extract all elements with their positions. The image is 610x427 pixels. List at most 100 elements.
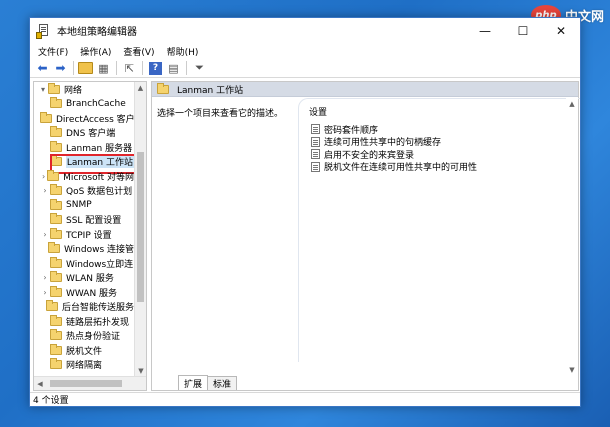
scroll-thumb[interactable] (137, 152, 144, 302)
tree-horizontal-scrollbar[interactable]: ◀ (34, 376, 146, 390)
menu-action[interactable]: 操作(A) (74, 45, 117, 58)
folder-icon (50, 256, 62, 268)
forward-arrow-icon[interactable]: ➡ (52, 60, 69, 76)
folder-icon (50, 285, 62, 297)
tree-item-label: 热点身份验证 (66, 332, 121, 343)
setting-row[interactable]: 脱机文件在连续可用性共享中的可用性 (311, 161, 478, 174)
setting-label: 密码套件顺序 (324, 125, 379, 136)
folder-icon (49, 155, 62, 167)
tab-standard[interactable]: 标准 (207, 376, 238, 390)
expand-chevron-icon[interactable]: › (40, 288, 50, 297)
folder-icon (157, 82, 169, 94)
tree-item[interactable]: 网络隔离 (34, 358, 134, 373)
expand-chevron-icon[interactable]: › (40, 273, 50, 282)
settings-column-header[interactable]: 设置 (309, 105, 327, 118)
help-icon[interactable]: ? (149, 61, 162, 75)
tree-items: ▾ 网络 BranchCache DirectAccess 客户 DNS 客户端 Lanm… (34, 82, 134, 377)
scroll-up-icon[interactable]: ▲ (135, 82, 146, 94)
setting-row[interactable]: 密码套件顺序 (311, 123, 477, 136)
maximize-button[interactable]: ☐ (504, 18, 542, 43)
tree-item-label: 后台智能传送服务 (61, 303, 134, 314)
tree-item[interactable]: › WWAN 服务 (34, 285, 134, 300)
menu-help[interactable]: 帮助(H) (161, 45, 205, 58)
tree-item[interactable]: Windows 连接管 (34, 242, 134, 257)
tree-item-label: SNMP (66, 200, 92, 211)
pane-header: Lanman 工作站 (152, 82, 578, 97)
policy-setting-icon (311, 124, 320, 135)
description-text: 选择一个项目来查看它的描述。 (157, 109, 284, 119)
tree-item[interactable]: 后台智能传送服务 (34, 300, 134, 315)
folder-icon (50, 198, 62, 210)
setting-label: 连续可用性共享中的句柄缓存 (324, 138, 442, 149)
filter-icon[interactable]: ⏷ (191, 60, 208, 76)
tree-item[interactable]: › TCPIP 设置 (34, 227, 134, 242)
tree-item-label: Windows立即连 (66, 259, 134, 270)
content-area: ▾ 网络 BranchCache DirectAccess 客户 DNS 客户端 Lanm… (30, 79, 580, 392)
tree-item-label: 链路层拓扑发现 (66, 317, 130, 328)
tree-item[interactable]: DNS 客户端 (34, 126, 134, 141)
tree-item-label: 网络 (64, 85, 83, 96)
setting-label: 脱机文件在连续可用性共享中的可用性 (324, 163, 478, 174)
tree-item[interactable]: › WLAN 服务 (34, 271, 134, 286)
close-button[interactable]: ✕ (542, 18, 580, 43)
menu-file[interactable]: 文件(F) (32, 45, 74, 58)
folder-icon (50, 329, 62, 341)
tree-item[interactable]: Lanman 服务器 (34, 140, 134, 155)
folder-icon (50, 271, 62, 283)
back-arrow-icon[interactable]: ⬅ (34, 60, 51, 76)
tree-item-label: Lanman 工作站 (65, 155, 134, 169)
folder-icon (50, 314, 62, 326)
tree-item[interactable]: BranchCache (34, 97, 134, 112)
expand-chevron-icon[interactable]: › (40, 186, 50, 195)
tree-item-label: Windows 连接管 (63, 245, 134, 256)
tree-item-label: TCPIP 设置 (66, 230, 112, 241)
details-pane: Lanman 工作站 选择一个项目来查看它的描述。 设置 密码套件顺序连续可用性… (151, 81, 580, 391)
show-tree-icon[interactable]: ▦ (95, 60, 112, 76)
tree-vertical-scrollbar[interactable]: ▲ ▼ (134, 82, 146, 377)
tree-item[interactable]: › Microsoft 对等网 (34, 169, 134, 184)
setting-row[interactable]: 启用不安全的来宾登录 (311, 148, 477, 161)
scroll-left-icon[interactable]: ◀ (34, 380, 46, 388)
scroll-thumb[interactable] (50, 380, 122, 387)
details-vertical-scrollbar[interactable]: ▲ ▼ (566, 98, 578, 376)
expand-chevron-icon[interactable]: ▾ (38, 85, 48, 94)
tree-item[interactable]: SSL 配置设置 (34, 213, 134, 228)
tree-item[interactable]: Lanman 工作站 (34, 153, 134, 173)
tree-item[interactable]: 热点身份验证 (34, 329, 134, 344)
folder-icon (47, 169, 60, 181)
tree-item[interactable]: › QoS 数据包计划 (34, 184, 134, 199)
tree-item[interactable]: Windows立即连 (34, 256, 134, 271)
folder-icon (50, 213, 62, 225)
scroll-up-icon[interactable]: ▲ (566, 98, 578, 110)
expand-chevron-icon[interactable]: › (40, 230, 50, 239)
scroll-down-icon[interactable]: ▼ (566, 364, 578, 376)
menu-view[interactable]: 查看(V) (117, 45, 160, 58)
tree-item[interactable]: DirectAccess 客户 (34, 111, 134, 126)
folder-icon (50, 97, 62, 109)
tree-item-label: SSL 配置设置 (66, 216, 122, 227)
tree-item[interactable]: ▾ 网络 (34, 82, 134, 97)
folder-icon (50, 227, 62, 239)
setting-row[interactable]: 连续可用性共享中的句柄缓存 (311, 136, 477, 149)
title-bar[interactable]: 本地组策略编辑器 — ☐ ✕ (30, 18, 580, 43)
expand-chevron-icon[interactable]: › (40, 172, 47, 181)
tree-item[interactable]: 脱机文件 (34, 343, 134, 358)
tree-item-label: BranchCache (66, 98, 126, 109)
menu-bar: 文件(F) 操作(A) 查看(V) 帮助(H) (30, 43, 580, 59)
up-folder-icon[interactable] (78, 61, 93, 74)
tab-extended[interactable]: 扩展 (178, 375, 209, 390)
navigation-tree: ▾ 网络 BranchCache DirectAccess 客户 DNS 客户端 Lanm… (33, 81, 147, 391)
gpedit-app-icon (36, 23, 52, 39)
minimize-button[interactable]: — (466, 18, 504, 43)
toolbar-separator (116, 61, 117, 75)
toolbar-separator (142, 61, 143, 75)
status-bar: 4 个设置 (30, 392, 580, 406)
properties-icon[interactable]: ▤ (165, 60, 182, 76)
tree-item[interactable]: 链路层拓扑发现 (34, 314, 134, 329)
tree-item[interactable]: SNMP (34, 198, 134, 213)
settings-list: 密码套件顺序连续可用性共享中的句柄缓存 启用不安全的来宾登录脱机文件在连续可用性共… (311, 123, 477, 173)
folder-icon (50, 343, 62, 355)
tree-item-label: DirectAccess 客户 (56, 114, 134, 125)
gpedit-window: 本地组策略编辑器 — ☐ ✕ 文件(F) 操作(A) 查看(V) 帮助(H) ⬅… (29, 17, 581, 407)
export-list-icon[interactable]: ⇱ (121, 60, 138, 76)
